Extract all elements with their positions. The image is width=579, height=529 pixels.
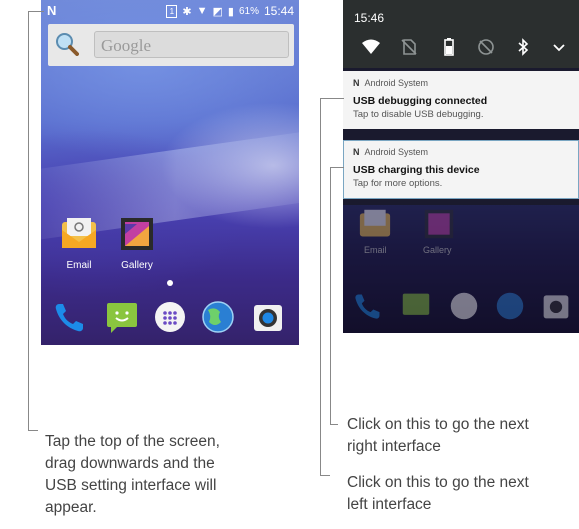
wifi-icon: ▼ xyxy=(196,5,208,17)
wifi-icon[interactable] xyxy=(361,37,381,57)
messaging-icon xyxy=(402,293,430,315)
phone-icon xyxy=(355,294,380,319)
expand-icon[interactable] xyxy=(549,37,569,57)
dimmed-home-screen: Email Gallery xyxy=(343,205,579,333)
clock: 15:46 xyxy=(354,11,385,25)
bluetooth-icon[interactable] xyxy=(513,37,533,57)
callout-line xyxy=(28,11,44,12)
browser-icon[interactable] xyxy=(201,300,235,334)
callout-line xyxy=(28,430,38,431)
clock: 15:44 xyxy=(263,4,294,18)
search-input[interactable]: Google xyxy=(94,31,289,58)
home-screen: N 1 ✱ ▼ ◩ ▮ 61% 15:44 Google Email Galle… xyxy=(41,0,299,345)
notification-source: N Android System xyxy=(353,78,429,88)
app-drawer-icon xyxy=(450,292,478,320)
browser-icon xyxy=(496,292,524,320)
camera-icon[interactable] xyxy=(251,300,285,334)
app-label: Gallery xyxy=(423,245,452,255)
app-email[interactable]: Email xyxy=(56,216,102,271)
notification-shade-screen: 15:46 N Android System USB debugging con… xyxy=(343,0,579,333)
callout-line xyxy=(320,475,330,476)
caption-next-left: Click on this to go the next left interf… xyxy=(347,474,529,513)
quick-settings-bar: 15:46 xyxy=(343,0,579,68)
sim-icon: 1 xyxy=(166,4,178,18)
app-label: Email xyxy=(364,245,387,255)
callout-line xyxy=(28,11,29,431)
caption-pull-down: Tap the top of the screen, drag downward… xyxy=(45,433,220,516)
phone-icon[interactable] xyxy=(53,300,87,334)
battery-icon: ▮ xyxy=(227,5,234,18)
notification-usb-debugging[interactable]: N Android System USB debugging connected… xyxy=(343,71,579,129)
email-icon xyxy=(359,209,391,237)
search-icon xyxy=(56,33,79,56)
gallery-icon xyxy=(121,218,153,250)
notification-subtitle: Tap to disable USB debugging. xyxy=(353,109,484,120)
gallery-icon xyxy=(424,209,454,239)
app-gallery[interactable]: Gallery xyxy=(114,216,160,271)
app-label: Gallery xyxy=(121,260,153,271)
battery-percent: 61% xyxy=(238,5,259,17)
messaging-icon[interactable] xyxy=(105,300,139,334)
app-label: Email xyxy=(66,260,92,271)
app-drawer-icon[interactable] xyxy=(153,300,187,334)
camera-icon xyxy=(543,295,569,319)
status-bar[interactable]: N 1 ✱ ▼ ◩ ▮ 61% 15:44 xyxy=(41,0,299,22)
notification-title: USB charging this device xyxy=(353,164,480,176)
callout-line xyxy=(330,167,331,425)
callout-line xyxy=(320,98,344,99)
notification-usb-charging[interactable]: N Android System USB charging this devic… xyxy=(343,140,579,199)
notification-icon: N xyxy=(47,3,57,18)
notification-source: N Android System xyxy=(353,147,429,157)
android-system-icon: N xyxy=(353,147,360,157)
notification-subtitle: Tap for more options. xyxy=(353,178,443,189)
dock xyxy=(41,290,299,345)
notification-title: USB debugging connected xyxy=(353,95,488,107)
android-system-icon: N xyxy=(353,78,360,88)
no-sim-icon: ◩ xyxy=(212,5,223,18)
caption-next-right: Click on this to go the next right inter… xyxy=(347,416,529,455)
callout-line xyxy=(330,424,338,425)
email-icon xyxy=(62,218,96,248)
callout-line xyxy=(330,167,344,168)
callout-line xyxy=(320,98,321,476)
bluetooth-icon: ✱ xyxy=(182,5,192,18)
dock xyxy=(343,287,579,327)
do-not-disturb-icon[interactable] xyxy=(476,37,496,57)
battery-icon[interactable] xyxy=(439,37,459,57)
page-indicator xyxy=(167,280,173,286)
no-sim-icon[interactable] xyxy=(399,37,419,57)
google-search-widget[interactable]: Google xyxy=(48,24,294,66)
